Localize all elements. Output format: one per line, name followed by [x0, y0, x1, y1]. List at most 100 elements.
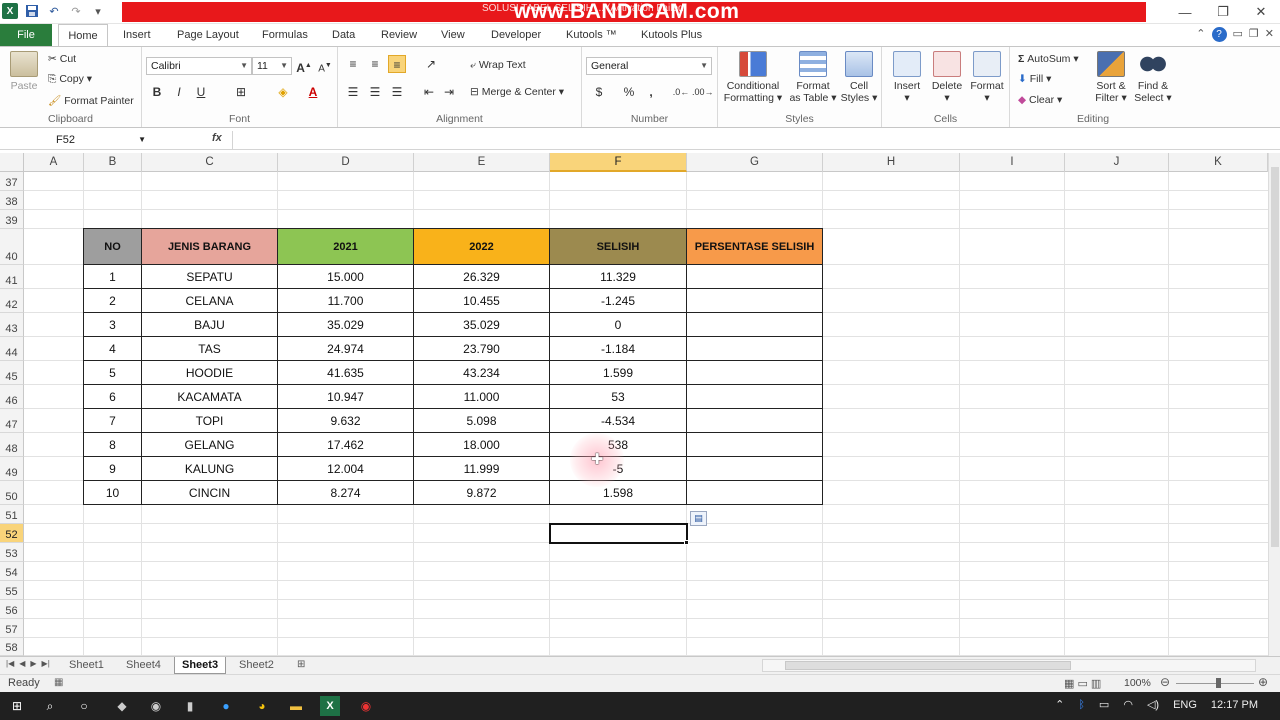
- table-cell-selisih[interactable]: -4.534: [550, 409, 687, 433]
- table-cell-2021[interactable]: 17.462: [278, 433, 414, 457]
- table-cell-persentase-selisih[interactable]: [687, 481, 823, 505]
- table-cell-persentase-selisih[interactable]: [687, 433, 823, 457]
- chevron-up-icon[interactable]: ⌃: [1055, 698, 1064, 711]
- column-header-k[interactable]: K: [1169, 153, 1268, 172]
- fill-handle[interactable]: [684, 540, 689, 545]
- cut-button[interactable]: ✂ Cut: [48, 53, 76, 65]
- doc-close-icon[interactable]: ✕: [1265, 27, 1274, 42]
- table-cell-no[interactable]: 1: [84, 265, 142, 289]
- restore-button[interactable]: ❐: [1204, 0, 1242, 24]
- table-cell-selisih[interactable]: 53: [550, 385, 687, 409]
- number-format-select[interactable]: General ▼: [586, 57, 712, 75]
- row-header-41[interactable]: 41: [0, 265, 24, 289]
- format-painter-button[interactable]: 🖌 Format Painter: [48, 94, 134, 107]
- table-cell-2022[interactable]: 18.000: [414, 433, 550, 457]
- app-icon-2[interactable]: ◉: [148, 698, 164, 714]
- table-cell-jenis-barang[interactable]: HOODIE: [142, 361, 278, 385]
- row-header-39[interactable]: 39: [0, 210, 24, 229]
- align-middle-icon[interactable]: ≡: [366, 55, 384, 73]
- decrease-indent-icon[interactable]: ⇤: [420, 83, 438, 101]
- tab-home[interactable]: Home: [58, 24, 108, 46]
- tab-page-layout[interactable]: Page Layout: [177, 24, 239, 46]
- italic-button[interactable]: I: [170, 83, 188, 101]
- delete-cells-button[interactable]: Delete ▾: [928, 51, 966, 104]
- table-cell-jenis-barang[interactable]: CELANA: [142, 289, 278, 313]
- tab-view[interactable]: View: [441, 24, 465, 46]
- row-header-51[interactable]: 51: [0, 505, 24, 524]
- table-cell-no[interactable]: 5: [84, 361, 142, 385]
- table-cell-2022[interactable]: 11.000: [414, 385, 550, 409]
- chrome-icon[interactable]: ◕: [254, 698, 270, 714]
- column-header-e[interactable]: E: [414, 153, 550, 172]
- fill-button[interactable]: ⬇ Fill ▾: [1018, 73, 1051, 85]
- close-button[interactable]: ✕: [1242, 0, 1280, 24]
- tab-file[interactable]: File: [0, 24, 52, 46]
- table-cell-jenis-barang[interactable]: KACAMATA: [142, 385, 278, 409]
- column-header-d[interactable]: D: [278, 153, 414, 172]
- next-sheet-icon[interactable]: ▶: [30, 659, 36, 668]
- wifi-icon[interactable]: ◠: [1123, 698, 1133, 711]
- column-header-g[interactable]: G: [687, 153, 823, 172]
- volume-icon[interactable]: ◁): [1147, 698, 1159, 711]
- app-icon-3[interactable]: ▮: [182, 698, 198, 714]
- orientation-icon[interactable]: ↗: [422, 55, 440, 73]
- last-sheet-icon[interactable]: ▶|: [42, 659, 50, 668]
- table-cell-2022[interactable]: 11.999: [414, 457, 550, 481]
- table-cell-selisih[interactable]: 0: [550, 313, 687, 337]
- zoom-slider[interactable]: [1176, 683, 1254, 684]
- row-header-52[interactable]: 52: [0, 524, 24, 543]
- table-cell-2022[interactable]: 35.029: [414, 313, 550, 337]
- file-explorer-icon[interactable]: ▬: [288, 698, 304, 714]
- wrap-text-button[interactable]: ⤶ Wrap Text: [470, 59, 526, 72]
- table-cell-persentase-selisih[interactable]: [687, 313, 823, 337]
- windows-start-icon[interactable]: ⊞: [9, 698, 25, 714]
- table-cell-2021[interactable]: 24.974: [278, 337, 414, 361]
- table-cell-selisih[interactable]: 1.598: [550, 481, 687, 505]
- bandicam-icon[interactable]: ◉: [358, 698, 374, 714]
- table-cell-selisih[interactable]: 1.599: [550, 361, 687, 385]
- fill-color-icon[interactable]: ◈: [274, 83, 292, 101]
- row-header-49[interactable]: 49: [0, 457, 24, 481]
- battery-icon[interactable]: ▭: [1099, 698, 1109, 711]
- row-header-57[interactable]: 57: [0, 619, 24, 638]
- table-cell-no[interactable]: 2: [84, 289, 142, 313]
- zoom-out-icon[interactable]: ⊖: [1160, 675, 1170, 689]
- header-cell-persentase-selisih[interactable]: PERSENTASE SELISIH: [687, 229, 823, 265]
- table-cell-2021[interactable]: 12.004: [278, 457, 414, 481]
- table-cell-jenis-barang[interactable]: SEPATU: [142, 265, 278, 289]
- search-icon[interactable]: ⌕: [42, 698, 58, 714]
- grow-font-icon[interactable]: A▲: [295, 57, 313, 75]
- table-cell-2021[interactable]: 10.947: [278, 385, 414, 409]
- macro-record-icon[interactable]: ▦: [54, 677, 63, 688]
- underline-button[interactable]: U: [192, 83, 210, 101]
- table-cell-no[interactable]: 9: [84, 457, 142, 481]
- header-cell-selisih[interactable]: SELISIH: [550, 229, 687, 265]
- first-sheet-icon[interactable]: |◀: [6, 659, 14, 668]
- table-cell-jenis-barang[interactable]: GELANG: [142, 433, 278, 457]
- row-header-44[interactable]: 44: [0, 337, 24, 361]
- font-size-select[interactable]: 11 ▼: [252, 57, 292, 75]
- table-cell-2021[interactable]: 11.700: [278, 289, 414, 313]
- sheet-tab-sheet2[interactable]: Sheet2: [232, 657, 281, 674]
- tab-data[interactable]: Data: [332, 24, 355, 46]
- clock[interactable]: 12:17 PM: [1211, 699, 1258, 711]
- table-cell-no[interactable]: 10: [84, 481, 142, 505]
- tab-kutools-plus[interactable]: Kutools Plus: [641, 24, 702, 46]
- paste-button[interactable]: Paste: [6, 51, 42, 92]
- increase-decimal-icon[interactable]: .0←: [672, 83, 690, 101]
- vertical-scrollbar[interactable]: [1268, 153, 1280, 656]
- header-cell-jenis-barang[interactable]: JENIS BARANG: [142, 229, 278, 265]
- new-sheet-icon[interactable]: ⊞: [290, 657, 312, 674]
- row-header-38[interactable]: 38: [0, 191, 24, 210]
- table-cell-persentase-selisih[interactable]: [687, 289, 823, 313]
- zoom-slider-knob[interactable]: [1216, 678, 1221, 688]
- align-left-icon[interactable]: ☰: [344, 83, 362, 101]
- column-header-h[interactable]: H: [823, 153, 960, 172]
- table-cell-persentase-selisih[interactable]: [687, 361, 823, 385]
- row-header-46[interactable]: 46: [0, 385, 24, 409]
- prev-sheet-icon[interactable]: ◀: [19, 659, 25, 668]
- formula-input[interactable]: [232, 131, 1266, 149]
- header-cell-2022[interactable]: 2022: [414, 229, 550, 265]
- tab-review[interactable]: Review: [381, 24, 417, 46]
- save-icon[interactable]: [24, 3, 40, 19]
